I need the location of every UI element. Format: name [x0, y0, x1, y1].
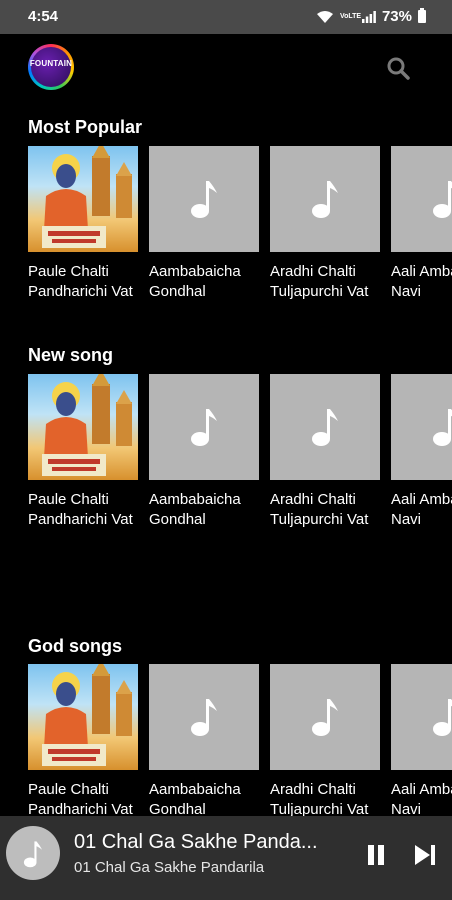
song-title: Aali Ambabai Navi [391, 491, 452, 528]
song-title: Paule Chalti Pandharichi Vat [28, 781, 133, 816]
skip-next-icon[interactable] [412, 842, 438, 868]
song-card[interactable]: Paule Chalti Pandharichi Vat [28, 374, 138, 530]
song-title: Paule Chalti Pandharichi Vat [28, 491, 133, 528]
song-card[interactable]: Aradhi Chalti Tuljapurchi Vat [270, 664, 380, 816]
music-note-icon [312, 409, 338, 446]
song-thumbnail [270, 664, 380, 770]
carousel-god-songs[interactable]: Paule Chalti Pandharichi Vat Aambabaicha… [28, 664, 452, 816]
status-time: 4:54 [28, 8, 59, 25]
song-card[interactable]: Paule Chalti Pandharichi Vat [28, 146, 138, 302]
song-title: Aali Ambabai Navi [391, 781, 452, 816]
song-thumbnail [270, 374, 380, 480]
section-title-new-song: New song [28, 345, 114, 365]
song-title: Aradhi Chalti Tuljapurchi Vat [270, 781, 369, 816]
song-title: Paule Chalti Pandharichi Vat [28, 263, 133, 300]
album-art-image [42, 374, 132, 476]
music-note-icon [433, 699, 452, 736]
music-note-icon [191, 409, 217, 446]
carousel-new-song[interactable]: Paule Chalti Pandharichi Vat Aambabaicha… [28, 374, 452, 564]
song-card[interactable]: Aali Ambabai Navi [391, 664, 452, 816]
section-title-god-songs: God songs [28, 636, 122, 656]
search-icon[interactable] [386, 56, 410, 80]
song-thumbnail [391, 146, 452, 252]
song-title: Aradhi Chalti Tuljapurchi Vat [270, 263, 369, 300]
song-thumbnail [149, 374, 259, 480]
volte-label: VoLTE [339, 13, 362, 20]
song-title: Aradhi Chalti Tuljapurchi Vat [270, 491, 369, 528]
song-thumbnail [391, 374, 452, 480]
album-art [28, 664, 138, 770]
now-playing-title[interactable]: 01 Chal Ga Sakhe Panda... [74, 831, 318, 854]
song-title: Aali Ambabai Navi [391, 263, 452, 300]
song-card[interactable]: Aambabaicha Gondhal [149, 146, 259, 302]
app-logo[interactable]: FOUNTAIN [28, 44, 74, 90]
song-card[interactable]: Aali Ambabai Navi [391, 146, 452, 302]
song-title: Aambabaicha Gondhal [149, 263, 241, 300]
song-title: Aambabaicha Gondhal [149, 781, 241, 816]
mini-player[interactable]: 01 Chal Ga Sakhe Panda... 01 Chal Ga Sak… [0, 816, 452, 900]
song-card[interactable]: Aambabaicha Gondhal [149, 664, 259, 816]
now-playing-art [6, 826, 60, 880]
song-card[interactable]: Aali Ambabai Navi [391, 374, 452, 530]
song-card[interactable]: Aambabaicha Gondhal [149, 374, 259, 530]
music-note-icon [433, 409, 452, 446]
section-title-most-popular: Most Popular [28, 117, 143, 137]
song-thumbnail [391, 664, 452, 770]
album-art-image [42, 664, 132, 766]
music-note-icon [312, 699, 338, 736]
music-note-icon [23, 841, 43, 868]
music-note-icon [191, 699, 217, 736]
logo-text: FOUNTAIN [29, 59, 73, 68]
carousel-most-popular[interactable]: Paule Chalti Pandharichi Vat Aambabaicha… [28, 146, 452, 336]
song-card[interactable]: Aradhi Chalti Tuljapurchi Vat [270, 374, 380, 530]
song-card[interactable]: Paule Chalti Pandharichi Vat [28, 664, 138, 816]
song-thumbnail [149, 664, 259, 770]
music-note-icon [191, 181, 217, 218]
song-thumbnail [270, 146, 380, 252]
signal-icon [361, 10, 376, 23]
now-playing-subtitle: 01 Chal Ga Sakhe Pandarila [74, 859, 265, 876]
song-thumbnail [149, 146, 259, 252]
status-bar: 4:54 VoLTE 73% [0, 0, 452, 34]
battery-percent: 73% [381, 8, 412, 25]
music-note-icon [433, 181, 452, 218]
song-title: Aambabaicha Gondhal [149, 491, 241, 528]
pause-icon[interactable] [363, 842, 389, 868]
song-card[interactable]: Aradhi Chalti Tuljapurchi Vat [270, 146, 380, 302]
album-art [28, 374, 138, 480]
album-art [28, 146, 138, 252]
battery-icon [418, 8, 426, 23]
status-icons: VoLTE 73% [316, 8, 426, 25]
wifi-icon [316, 10, 333, 23]
music-note-icon [312, 181, 338, 218]
album-art-image [42, 146, 132, 248]
